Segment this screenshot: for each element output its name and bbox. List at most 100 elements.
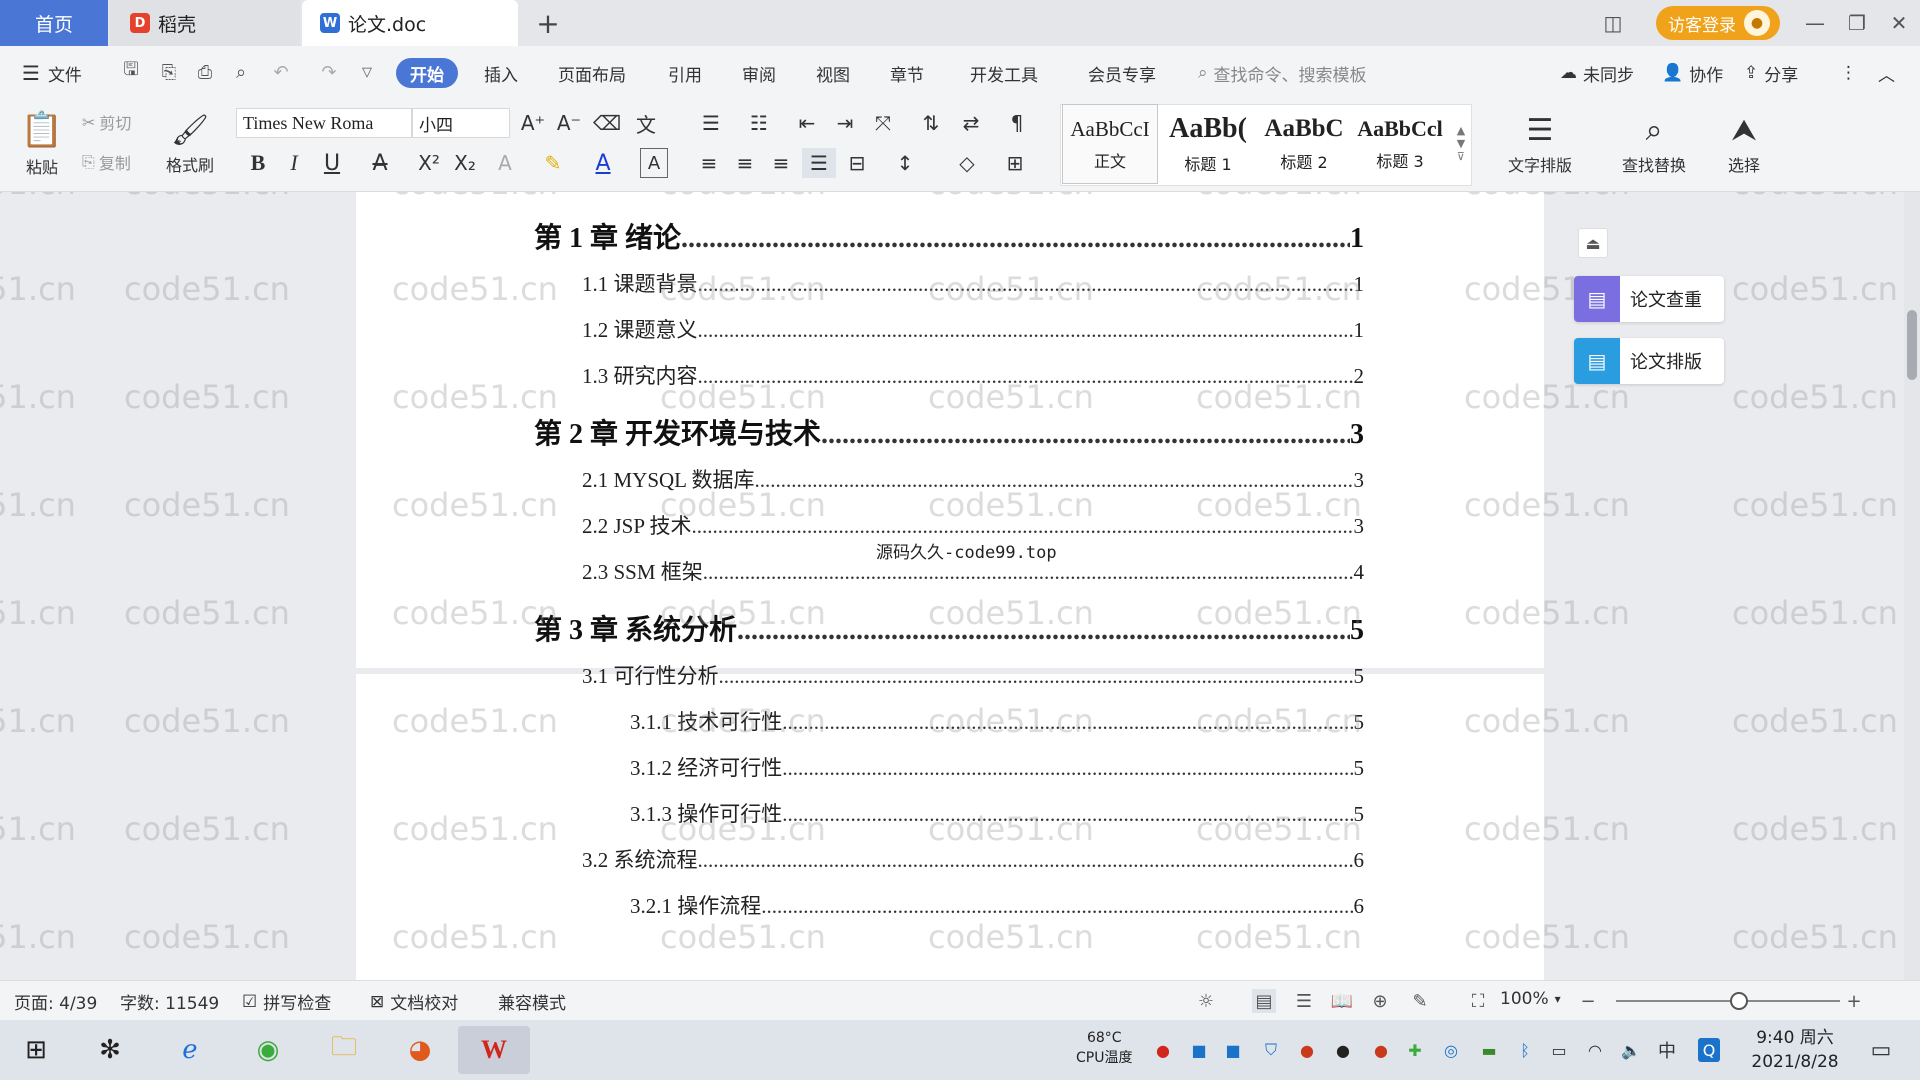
paste-button[interactable]: 📋 粘贴 (14, 104, 70, 184)
zoom-out-icon[interactable]: − (1576, 989, 1600, 1013)
file-explorer-icon[interactable]: 🗀 (320, 1026, 368, 1074)
distribute-icon[interactable]: ⊟ (842, 148, 872, 178)
tab-daoke[interactable]: D 稻壳 (110, 0, 300, 46)
redo-icon[interactable]: ↷ (318, 60, 340, 84)
shield-icon[interactable]: ⛉ (1260, 1038, 1282, 1062)
font-family-select[interactable]: Times New Roma (236, 108, 412, 138)
reading-view-icon[interactable]: 📖 (1330, 989, 1354, 1013)
write-view-icon[interactable]: ✎ (1408, 989, 1432, 1013)
numbered-list-icon[interactable]: ☷ (742, 108, 776, 138)
tab-home[interactable]: 首页 (0, 0, 108, 46)
battery-icon[interactable]: ▭ (1548, 1038, 1570, 1062)
copy-button[interactable]: ⎘ 复制 (82, 148, 131, 176)
menu-page-layout[interactable]: 页面布局 (558, 58, 626, 88)
eye-protect-icon[interactable]: ☼ (1194, 989, 1218, 1013)
paper-check-button[interactable]: ▤ 论文查重 (1574, 276, 1724, 322)
export-icon[interactable]: ⎘ (158, 60, 180, 84)
align-left-icon[interactable]: ≡ (694, 148, 724, 178)
browser-360-icon[interactable]: ◉ (244, 1026, 292, 1074)
strikethrough-icon[interactable]: A (364, 148, 396, 178)
menu-references[interactable]: 引用 (668, 58, 702, 88)
spell-check-button[interactable]: ☑ 拼写检查 (242, 989, 331, 1015)
qq-icon[interactable]: ● (1332, 1038, 1354, 1062)
text-effect-icon[interactable]: A (490, 148, 520, 178)
text-layout-button[interactable]: ☰ 文字排版 (1490, 104, 1590, 184)
zoom-select[interactable]: 100% ▾ (1500, 989, 1561, 1009)
increase-indent-icon[interactable]: ⇥ (830, 108, 860, 138)
align-center-icon[interactable]: ≡ (730, 148, 760, 178)
volume-icon[interactable]: 🔈 (1620, 1038, 1642, 1062)
zoom-slider[interactable] (1616, 992, 1840, 1010)
tray-app-icon[interactable]: ■ (1188, 1038, 1210, 1062)
tab-document[interactable]: W 论文.doc (302, 0, 518, 46)
paper-layout-button[interactable]: ▤ 论文排版 (1574, 338, 1724, 384)
restore-icon[interactable]: ❐ (1842, 8, 1872, 38)
style-scroll-icon[interactable]: ▲ ▼ ⊽ (1452, 108, 1470, 178)
fan-app-icon[interactable]: ✻ (86, 1026, 134, 1074)
notification-icon[interactable]: ▭ (1870, 1038, 1892, 1063)
style-heading-3[interactable]: AaBbCcl 标题 3 (1352, 104, 1448, 184)
ime-indicator[interactable]: 中 (1656, 1038, 1678, 1062)
more-icon[interactable]: ⋮ (1840, 58, 1857, 88)
shrink-font-icon[interactable]: A⁻ (554, 108, 584, 138)
file-menu[interactable]: ☰ 文件 (22, 58, 82, 88)
style-normal[interactable]: AaBbCcI 正文 (1062, 104, 1158, 184)
phonetic-guide-icon[interactable]: 文 (628, 108, 664, 138)
outline-view-icon[interactable]: ☰ (1292, 989, 1316, 1013)
bullet-list-icon[interactable]: ☰ (694, 108, 728, 138)
clock[interactable]: 9:40 周六 2021/8/28 (1742, 1026, 1848, 1074)
align-right-icon[interactable]: ≡ (766, 148, 796, 178)
menu-chapter[interactable]: 章节 (890, 58, 924, 88)
bluetooth-icon[interactable]: ᛒ (1514, 1038, 1536, 1062)
superscript-icon[interactable]: X² (414, 148, 444, 178)
menu-member[interactable]: 会员专享 (1088, 58, 1156, 88)
collapse-ribbon-icon[interactable]: ︿ (1878, 58, 1895, 88)
collaborate-button[interactable]: 👤 协作 (1662, 58, 1723, 88)
font-size-select[interactable]: 小四 (412, 108, 510, 138)
collapse-panel-icon[interactable]: ⏏ (1578, 228, 1608, 258)
highlight-icon[interactable]: ✎ (538, 148, 568, 178)
close-icon[interactable]: ✕ (1884, 8, 1914, 38)
menu-insert[interactable]: 插入 (484, 58, 518, 88)
show-marks-icon[interactable]: ¶ (1002, 108, 1032, 138)
tray-app-icon[interactable]: ■ (1222, 1038, 1244, 1062)
document-canvas[interactable]: 第 1 章 绪论11.1 课题背景11.2 课题意义11.3 研究内容2第 2 … (0, 192, 1920, 980)
underline-icon[interactable]: U (316, 148, 348, 178)
customize-dropdown-icon[interactable]: ▽ (356, 60, 378, 84)
save-icon[interactable]: 🖫 (120, 59, 142, 84)
chinese-layout-icon[interactable]: ⤧ (866, 108, 900, 138)
command-search[interactable]: ⌕ 查找命令、搜索模板 (1198, 58, 1367, 88)
menu-developer[interactable]: 开发工具 (970, 58, 1038, 88)
fit-page-icon[interactable]: ⛶ (1466, 989, 1490, 1013)
windows-start-icon[interactable]: ⊞ (12, 1026, 60, 1074)
print-icon[interactable]: ⎙ (194, 60, 216, 84)
scrollbar-thumb[interactable] (1907, 310, 1917, 380)
proofread-button[interactable]: ⊠ 文档校对 (370, 989, 458, 1015)
minimize-icon[interactable]: — (1800, 8, 1830, 38)
style-heading-2[interactable]: AaBbC 标题 2 (1256, 104, 1352, 184)
tray-app-icon[interactable]: ✚ (1404, 1038, 1426, 1062)
new-tab-button[interactable]: + (530, 6, 566, 40)
tray-app-icon[interactable]: ● (1152, 1038, 1174, 1062)
char-border-icon[interactable]: A (640, 148, 668, 178)
print-preview-icon[interactable]: ⌕ (230, 60, 252, 84)
clear-format-icon[interactable]: ⌫ (592, 108, 622, 138)
subscript-icon[interactable]: X₂ (450, 148, 480, 178)
select-button[interactable]: ⮝ 选择 (1712, 104, 1776, 184)
font-color-icon[interactable]: A (588, 148, 618, 178)
undo-icon[interactable]: ↶ (270, 60, 292, 84)
page-view-icon[interactable]: ▤ (1252, 989, 1276, 1013)
page-indicator[interactable]: 页面: 4/39 (14, 989, 97, 1014)
shading-icon[interactable]: ◇ (950, 148, 984, 178)
bold-icon[interactable]: B (244, 148, 272, 178)
tray-app-icon[interactable]: ● (1370, 1038, 1392, 1062)
line-spacing-icon[interactable]: ↕ (888, 148, 922, 178)
borders-icon[interactable]: ⊞ (998, 148, 1032, 178)
zoom-slider-thumb[interactable] (1730, 992, 1749, 1010)
layout-toggle-icon[interactable]: ◫ (1598, 8, 1628, 38)
italic-icon[interactable]: I (280, 148, 308, 178)
media-app-icon[interactable]: ◕ (396, 1026, 444, 1074)
wifi-icon[interactable]: ◠ (1584, 1038, 1606, 1062)
search-app-icon[interactable]: Q (1698, 1038, 1720, 1062)
decrease-indent-icon[interactable]: ⇤ (792, 108, 822, 138)
